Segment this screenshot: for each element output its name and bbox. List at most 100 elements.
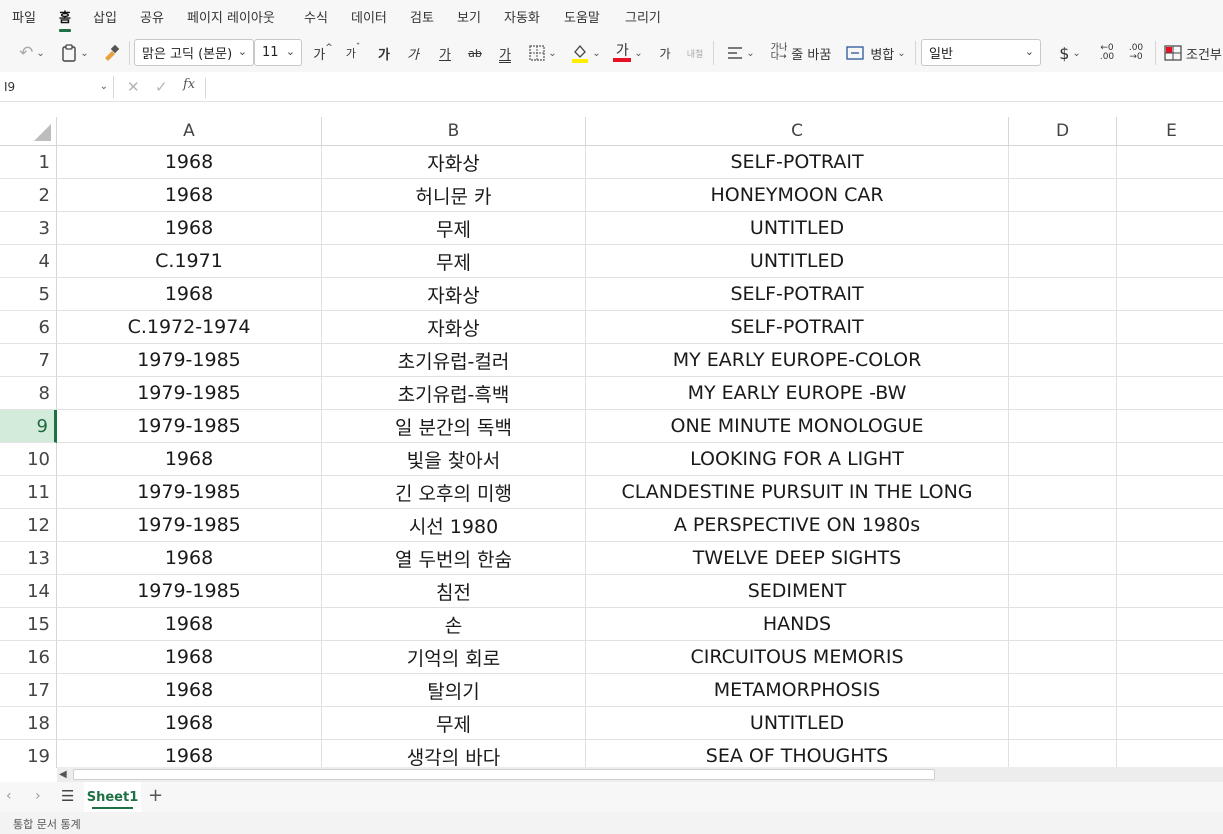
cell-e[interactable] (1117, 674, 1223, 707)
cell-b[interactable]: 무제 (322, 245, 586, 278)
row-header[interactable]: 14 (0, 575, 57, 608)
row-header[interactable]: 5 (0, 278, 57, 311)
menu-review[interactable]: 검토 (410, 7, 434, 26)
cell-c[interactable]: A PERSPECTIVE ON 1980s (586, 509, 1009, 542)
cell-e[interactable] (1117, 641, 1223, 674)
cell-d[interactable] (1009, 509, 1117, 542)
cell-a[interactable]: 1968 (57, 146, 322, 179)
cell-e[interactable] (1117, 146, 1223, 179)
cell-b[interactable]: 무제 (322, 707, 586, 740)
cell-d[interactable] (1009, 542, 1117, 575)
wrap-text-button[interactable]: 가나 다→ 줄 바꿈 (767, 40, 835, 66)
cell-e[interactable] (1117, 344, 1223, 377)
row-header[interactable]: 15 (0, 608, 57, 641)
row-header[interactable]: 16 (0, 641, 57, 674)
cell-e[interactable] (1117, 575, 1223, 608)
cell-a[interactable]: 1968 (57, 707, 322, 740)
undo-button[interactable]: ↶ ⌄ (14, 40, 50, 66)
column-header-a[interactable]: A (57, 117, 322, 146)
row-header[interactable]: 10 (0, 443, 57, 476)
cell-b[interactable]: 긴 오후의 미행 (322, 476, 586, 509)
cell-b[interactable]: 자화상 (322, 146, 586, 179)
row-header[interactable]: 19 (0, 740, 57, 768)
cell-d[interactable] (1009, 410, 1117, 443)
spreadsheet-grid[interactable]: A B C D E 1 1968 자화상 SELF-POTRAIT 2 1968 허니문 카… (0, 117, 1223, 768)
cell-a[interactable]: 1968 (57, 443, 322, 476)
row-header[interactable]: 6 (0, 311, 57, 344)
menu-automate[interactable]: 자동화 (504, 7, 540, 26)
cell-a[interactable]: 1968 (57, 740, 322, 768)
decrease-font-button[interactable]: 가ˇ (342, 40, 364, 66)
column-header-b[interactable]: B (322, 117, 586, 146)
cell-a[interactable]: 1968 (57, 179, 322, 212)
cell-d[interactable] (1009, 377, 1117, 410)
cell-c[interactable]: LOOKING FOR A LIGHT (586, 443, 1009, 476)
column-header-c[interactable]: C (586, 117, 1009, 146)
paste-button[interactable]: ⌄ (58, 40, 92, 66)
cell-d[interactable] (1009, 179, 1117, 212)
currency-button[interactable]: $ ⌄ (1052, 40, 1088, 66)
cell-a[interactable]: 1979-1985 (57, 476, 322, 509)
cell-e[interactable] (1117, 377, 1223, 410)
cell-a[interactable]: 1968 (57, 278, 322, 311)
cell-e[interactable] (1117, 542, 1223, 575)
cell-d[interactable] (1009, 707, 1117, 740)
menu-page-layout[interactable]: 페이지 레이아웃 (187, 7, 275, 26)
cell-b[interactable]: 시선 1980 (322, 509, 586, 542)
cell-a[interactable]: 1968 (57, 608, 322, 641)
sheet-list-icon[interactable]: ☰ (61, 787, 74, 805)
cell-d[interactable] (1009, 278, 1117, 311)
cell-e[interactable] (1117, 311, 1223, 344)
cell-e[interactable] (1117, 476, 1223, 509)
cell-b[interactable]: 자화상 (322, 311, 586, 344)
cell-c[interactable]: UNTITLED (586, 245, 1009, 278)
number-format-select[interactable]: 일반 ⌄ (921, 39, 1041, 66)
fill-color-button[interactable]: ⌄ (568, 40, 604, 66)
cell-e[interactable] (1117, 740, 1223, 768)
align-button[interactable]: ⌄ (722, 40, 760, 66)
cell-a[interactable]: 1979-1985 (57, 575, 322, 608)
font-name-select[interactable]: 맑은 고딕 (본문) ⌄ (134, 39, 254, 66)
increase-decimal-button[interactable]: ←0.00 (1096, 40, 1118, 66)
cell-a[interactable]: C.1972-1974 (57, 311, 322, 344)
cell-c[interactable]: SELF-POTRAIT (586, 311, 1009, 344)
cell-e[interactable] (1117, 443, 1223, 476)
menu-formulas[interactable]: 수식 (304, 7, 328, 26)
row-header[interactable]: 13 (0, 542, 57, 575)
next-sheet-icon[interactable]: › (35, 788, 41, 804)
font-color-button[interactable]: 가 ⌄ (609, 40, 647, 66)
cell-c[interactable]: SELF-POTRAIT (586, 278, 1009, 311)
cell-a[interactable]: C.1971 (57, 245, 322, 278)
workbook-statistics[interactable]: 통합 문서 통계 (13, 816, 81, 832)
menu-file[interactable]: 파일 (12, 7, 36, 26)
menu-draw[interactable]: 그리기 (625, 7, 661, 26)
cell-b[interactable]: 초기유럽-컬러 (322, 344, 586, 377)
cell-b[interactable]: 자화상 (322, 278, 586, 311)
cell-b[interactable]: 탈의기 (322, 674, 586, 707)
cell-d[interactable] (1009, 245, 1117, 278)
confirm-icon[interactable]: ✓ (155, 78, 168, 96)
cell-c[interactable]: MY EARLY EUROPE -BW (586, 377, 1009, 410)
cell-c[interactable]: CLANDESTINE PURSUIT IN THE LONG (586, 476, 1009, 509)
font-size-select[interactable]: 11 ⌄ (254, 39, 302, 66)
insert-function-button[interactable]: fx (183, 77, 195, 92)
menu-home[interactable]: 홈 (59, 7, 71, 32)
row-header[interactable]: 8 (0, 377, 57, 410)
underline-button[interactable]: 가 (434, 40, 456, 66)
cell-a[interactable]: 1979-1985 (57, 509, 322, 542)
column-header-e[interactable]: E (1117, 117, 1223, 146)
conditional-format-button[interactable]: 조건부 (1164, 40, 1223, 66)
row-header[interactable]: 7 (0, 344, 57, 377)
cell-d[interactable] (1009, 443, 1117, 476)
cell-e[interactable] (1117, 212, 1223, 245)
cell-b[interactable]: 허니문 카 (322, 179, 586, 212)
cell-c[interactable]: UNTITLED (586, 707, 1009, 740)
row-header[interactable]: 11 (0, 476, 57, 509)
sheet-tab-sheet1[interactable]: Sheet1 (84, 782, 141, 812)
cell-e[interactable] (1117, 179, 1223, 212)
decrease-decimal-button[interactable]: .00 →0 (1125, 40, 1147, 66)
menu-share[interactable]: 공유 (140, 7, 164, 26)
cell-d[interactable] (1009, 608, 1117, 641)
cell-c[interactable]: MY EARLY EUROPE-COLOR (586, 344, 1009, 377)
cell-e[interactable] (1117, 410, 1223, 443)
